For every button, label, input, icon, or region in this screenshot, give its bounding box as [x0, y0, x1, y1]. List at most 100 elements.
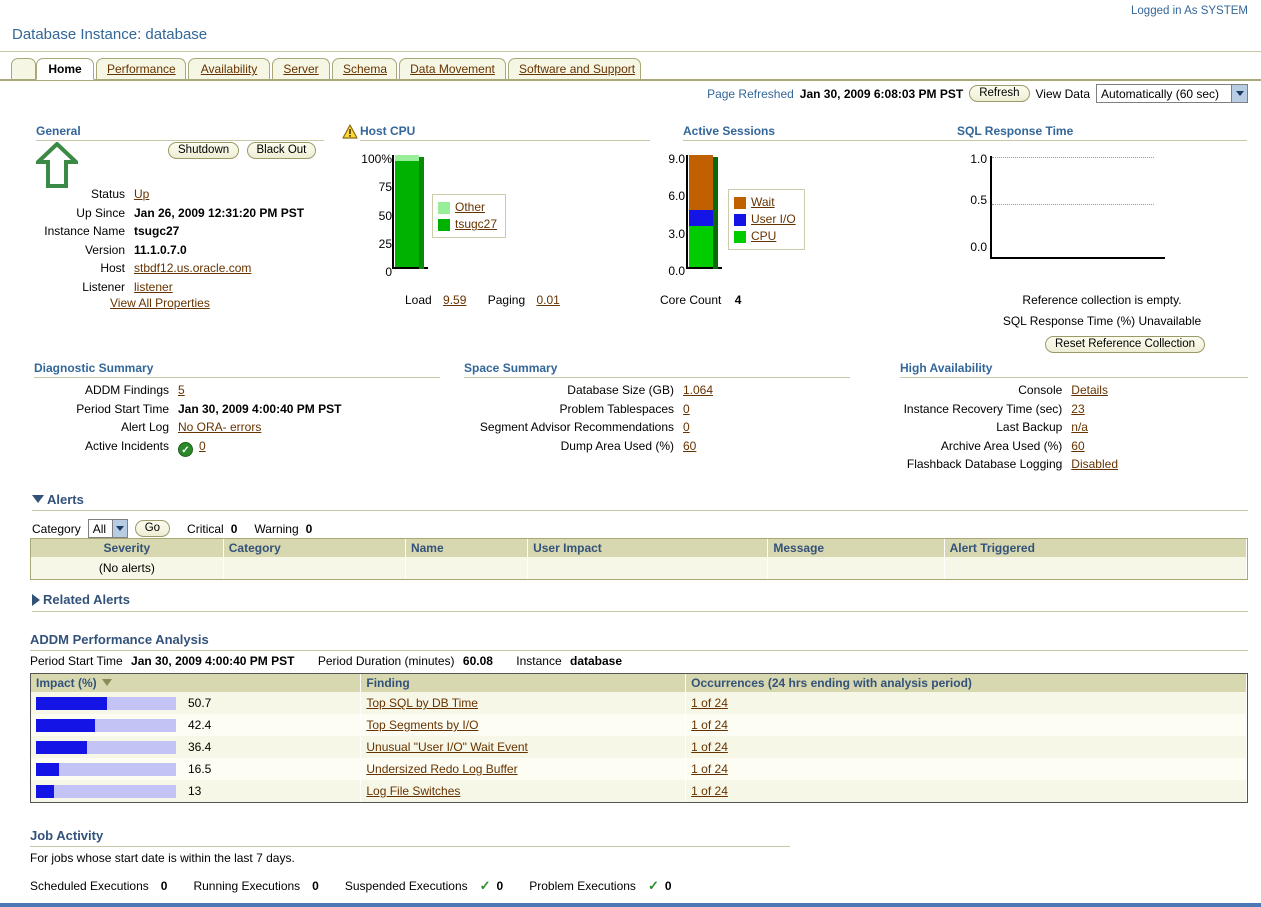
- addm-finding-link[interactable]: Unusual "User I/O" Wait Event: [366, 740, 527, 754]
- diagnostic-summary-rows: ADDM Findings5Period Start TimeJan 30, 2…: [14, 380, 344, 459]
- tab-data-movement[interactable]: Data Movement: [399, 58, 506, 80]
- addm-column-header[interactable]: Impact (%): [31, 674, 361, 692]
- property-value-link[interactable]: listener: [134, 280, 173, 294]
- addm-finding-link[interactable]: Undersized Redo Log Buffer: [366, 762, 517, 776]
- property-value-link[interactable]: 0: [683, 420, 690, 434]
- property-value[interactable]: Up: [134, 186, 318, 203]
- legend-item[interactable]: User I/O: [734, 211, 796, 228]
- black-out-button[interactable]: Black Out: [247, 142, 317, 159]
- addm-occurrences-cell[interactable]: 1 of 24: [686, 736, 1247, 758]
- tab-software-and-support[interactable]: Software and Support: [508, 58, 641, 80]
- property-value-text: Jan 26, 2009 12:31:20 PM PST: [134, 206, 304, 220]
- addm-finding-cell[interactable]: Log File Switches: [361, 780, 686, 802]
- property-value[interactable]: Disabled: [1071, 456, 1118, 473]
- tab-home[interactable]: Home: [36, 58, 94, 80]
- property-value-link[interactable]: n/a: [1071, 420, 1088, 434]
- addm-occurrences-cell[interactable]: 1 of 24: [686, 758, 1247, 780]
- addm-occurrences-cell[interactable]: 1 of 24: [686, 714, 1247, 736]
- alerts-go-button[interactable]: Go: [135, 520, 170, 537]
- reset-reference-collection-button[interactable]: Reset Reference Collection: [1045, 336, 1205, 353]
- addm-occurrences-cell[interactable]: 1 of 24: [686, 780, 1247, 802]
- addm-occurrences-link[interactable]: 1 of 24: [691, 740, 728, 754]
- general-panel: General: [36, 124, 324, 141]
- addm-occurrences-link[interactable]: 1 of 24: [691, 718, 728, 732]
- impact-value: 50.7: [188, 696, 211, 710]
- alerts-column-header[interactable]: Severity: [31, 539, 223, 557]
- sort-desc-icon[interactable]: [102, 679, 112, 686]
- legend-item[interactable]: Wait: [734, 194, 796, 211]
- property-value[interactable]: 0: [683, 401, 722, 418]
- addm-finding-link[interactable]: Top SQL by DB Time: [366, 696, 478, 710]
- alerts-disclosure-icon[interactable]: [32, 495, 44, 503]
- view-all-properties-link[interactable]: View All Properties: [110, 296, 210, 310]
- legend-label[interactable]: Other: [455, 199, 485, 216]
- addm-finding-cell[interactable]: Unusual "User I/O" Wait Event: [361, 736, 686, 758]
- alerts-category-select[interactable]: All: [88, 519, 128, 538]
- property-value-link[interactable]: 60: [1071, 439, 1084, 453]
- property-value-link[interactable]: 60: [683, 439, 696, 453]
- legend-label[interactable]: CPU: [751, 228, 776, 245]
- property-value-link[interactable]: Up: [134, 187, 149, 201]
- addm-occurrences-cell[interactable]: 1 of 24: [686, 692, 1247, 714]
- tab-availability[interactable]: Availability: [188, 58, 270, 80]
- property-value-link[interactable]: 0: [683, 402, 690, 416]
- legend-item[interactable]: tsugc27: [438, 216, 497, 233]
- property-value[interactable]: ✓0: [178, 438, 342, 457]
- impact-value: 36.4: [188, 740, 211, 754]
- view-data-select[interactable]: Automatically (60 sec): [1096, 84, 1248, 103]
- tab-schema[interactable]: Schema: [332, 58, 397, 80]
- property-value-link[interactable]: Details: [1071, 383, 1108, 397]
- property-value[interactable]: 0: [683, 419, 722, 436]
- property-value[interactable]: listener: [134, 279, 318, 296]
- property-value[interactable]: 1.064: [683, 382, 722, 399]
- alerts-column-header[interactable]: Name: [405, 539, 527, 557]
- property-value-link[interactable]: No ORA- errors: [178, 420, 261, 434]
- legend-label[interactable]: Wait: [751, 194, 775, 211]
- property-value-link[interactable]: 23: [1071, 402, 1084, 416]
- alerts-column-header[interactable]: Message: [768, 539, 944, 557]
- property-value[interactable]: stbdf12.us.oracle.com: [134, 260, 318, 277]
- alerts-column-header[interactable]: Category: [223, 539, 405, 557]
- property-value-link[interactable]: 5: [178, 383, 185, 397]
- tab-performance[interactable]: Performance: [96, 58, 186, 80]
- shutdown-button[interactable]: Shutdown: [168, 142, 239, 159]
- property-value-link[interactable]: 1.064: [683, 383, 713, 397]
- addm-occurrences-link[interactable]: 1 of 24: [691, 696, 728, 710]
- refresh-button[interactable]: Refresh: [969, 85, 1029, 102]
- tab-label: Server: [283, 62, 318, 76]
- addm-occurrences-link[interactable]: 1 of 24: [691, 762, 728, 776]
- general-properties: StatusUpUp SinceJan 26, 2009 12:31:20 PM…: [20, 184, 320, 297]
- paging-value-link[interactable]: 0.01: [536, 293, 559, 307]
- addm-occurrences-link[interactable]: 1 of 24: [691, 784, 728, 798]
- tab-server[interactable]: Server: [272, 58, 330, 80]
- property-value-link[interactable]: stbdf12.us.oracle.com: [134, 261, 251, 275]
- property-value[interactable]: 23: [1071, 401, 1118, 418]
- load-value-link[interactable]: 9.59: [443, 293, 466, 307]
- property-value[interactable]: 60: [683, 438, 722, 455]
- property-value[interactable]: No ORA- errors: [178, 419, 342, 436]
- addm-finding-link[interactable]: Log File Switches: [366, 784, 460, 798]
- property-value[interactable]: n/a: [1071, 419, 1118, 436]
- chevron-down-icon[interactable]: [112, 520, 127, 537]
- property-value[interactable]: 60: [1071, 438, 1118, 455]
- addm-finding-link[interactable]: Top Segments by I/O: [366, 718, 478, 732]
- alerts-column-header[interactable]: User Impact: [528, 539, 768, 557]
- addm-column-header[interactable]: Finding: [361, 674, 686, 692]
- addm-column-header[interactable]: Occurrences (24 hrs ending with analysis…: [686, 674, 1247, 692]
- chevron-down-icon[interactable]: [1231, 85, 1247, 102]
- property-value[interactable]: 5: [178, 382, 342, 399]
- legend-item[interactable]: Other: [438, 199, 497, 216]
- property-value-link[interactable]: Disabled: [1071, 457, 1118, 471]
- legend-label[interactable]: tsugc27: [455, 216, 497, 233]
- legend-label[interactable]: User I/O: [751, 211, 796, 228]
- related-alerts-disclosure-icon[interactable]: [32, 594, 40, 606]
- addm-finding-cell[interactable]: Undersized Redo Log Buffer: [361, 758, 686, 780]
- property-label: Alert Log: [16, 419, 176, 436]
- addm-finding-cell[interactable]: Top Segments by I/O: [361, 714, 686, 736]
- property-value[interactable]: Details: [1071, 382, 1118, 399]
- alerts-column-header[interactable]: Alert Triggered: [944, 539, 1246, 557]
- property-label: ADDM Findings: [16, 382, 176, 399]
- legend-item[interactable]: CPU: [734, 228, 796, 245]
- property-value-link[interactable]: 0: [199, 439, 206, 453]
- addm-finding-cell[interactable]: Top SQL by DB Time: [361, 692, 686, 714]
